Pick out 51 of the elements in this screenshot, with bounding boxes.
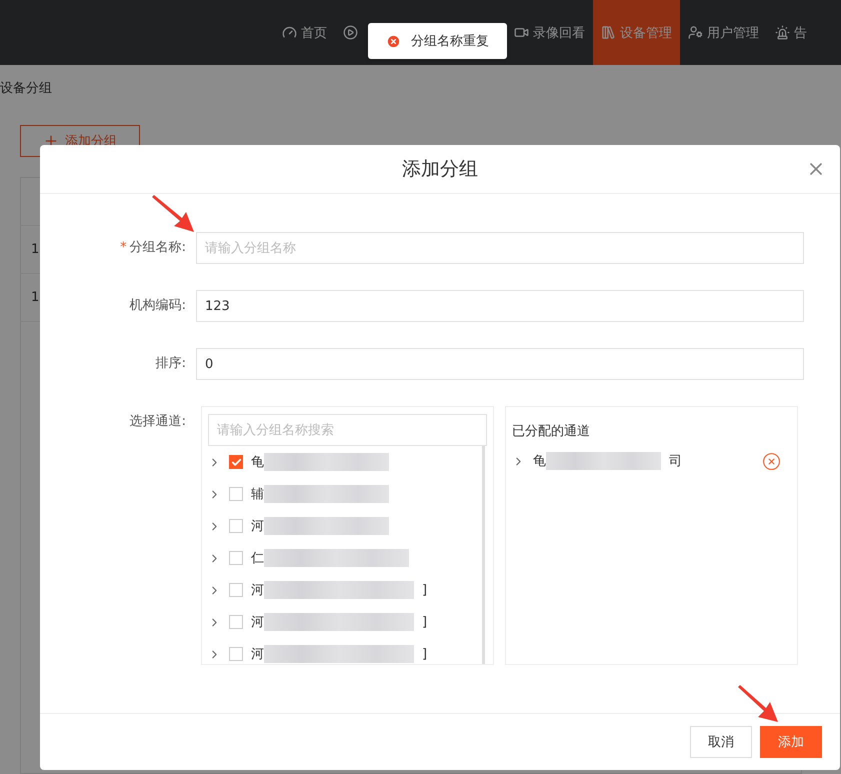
channel-name: 河 (251, 614, 264, 631)
channel-name: 仁 (251, 550, 264, 567)
channel-name: 河 (251, 646, 264, 663)
nav-item[interactable]: 告 (767, 0, 815, 65)
table-cell: 1 (31, 290, 40, 305)
nav-icon (514, 25, 529, 40)
nav-icon (775, 25, 790, 40)
submit-button[interactable]: 添加 (760, 726, 822, 758)
field-label: 排序: (154, 355, 187, 373)
input-field[interactable]: 0 (196, 348, 804, 380)
error-icon (386, 34, 401, 48)
channel-name-end: ] (422, 614, 428, 630)
remove-icon[interactable] (762, 452, 781, 470)
annotation-arrow (152, 195, 194, 232)
field-label: 选择通道: (128, 413, 187, 431)
channel-name-end: ] (422, 646, 428, 662)
checkbox[interactable] (229, 455, 243, 469)
search-field[interactable]: 请输入分组名称搜索 (208, 414, 487, 446)
channel-name-end: 司 (669, 453, 682, 470)
table-cell: 1 (31, 242, 40, 257)
nav-item[interactable]: 用户管理 (680, 0, 767, 65)
channel-name: 辅 (251, 486, 264, 503)
channel-name: 河 (251, 582, 264, 599)
nav-icon (343, 25, 358, 40)
nav-icon (688, 25, 703, 40)
checkbox[interactable] (229, 519, 243, 533)
panel-title: 已分配的通道 (512, 423, 591, 441)
breadcrumb: 设备分组 (0, 80, 53, 98)
nav-item[interactable]: 录像回看 (506, 0, 593, 65)
field-label: * 分组名称: (119, 239, 187, 257)
checkbox[interactable] (229, 615, 243, 629)
channel-name: 龟 (251, 454, 264, 471)
dialog-title: 添加分组 (402, 157, 478, 182)
channel-name: 河 (251, 518, 264, 535)
nav-icon (282, 25, 297, 40)
nav-item[interactable]: 设备管理 (593, 0, 680, 65)
input-field[interactable]: 123 (196, 290, 804, 322)
checkbox[interactable] (229, 487, 243, 501)
input-field[interactable]: 请输入分组名称 (196, 232, 804, 264)
nav-item[interactable]: 首页 (274, 0, 335, 65)
field-label: 机构编码: (128, 297, 187, 315)
checkbox[interactable] (229, 647, 243, 661)
annotation-arrow (738, 685, 778, 722)
channel-name-end: ] (422, 582, 428, 598)
checkbox[interactable] (229, 583, 243, 597)
nav-icon (601, 25, 616, 40)
required-mark: * (120, 240, 127, 255)
channel-name: 龟 (533, 453, 546, 470)
cancel-button[interactable]: 取消 (690, 726, 752, 758)
checkbox[interactable] (229, 551, 243, 565)
toast-message: 分组名称重复 (411, 33, 489, 50)
